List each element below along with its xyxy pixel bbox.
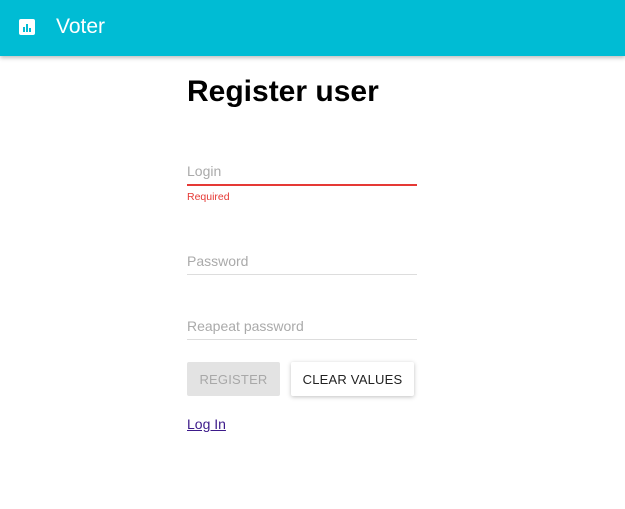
password-field[interactable] <box>187 251 417 271</box>
login-field-underline <box>187 184 417 186</box>
log-in-link[interactable]: Log In <box>187 416 226 432</box>
repeat-password-field-group <box>187 316 417 340</box>
page-title: Register user <box>187 75 379 108</box>
bar-chart-icon <box>19 19 35 35</box>
password-field-underline <box>187 274 417 275</box>
repeat-password-field-underline <box>187 339 417 340</box>
clear-values-button[interactable]: CLEAR VALUES <box>291 362 414 396</box>
repeat-password-field[interactable] <box>187 316 417 336</box>
password-field-group <box>187 251 417 275</box>
login-error-text: Required <box>187 191 230 203</box>
login-field[interactable] <box>187 161 417 181</box>
app-bar: Voter <box>0 0 625 56</box>
register-button[interactable]: REGISTER <box>187 362 280 396</box>
login-field-group: Required <box>187 161 417 203</box>
app-title: Voter <box>56 15 106 38</box>
